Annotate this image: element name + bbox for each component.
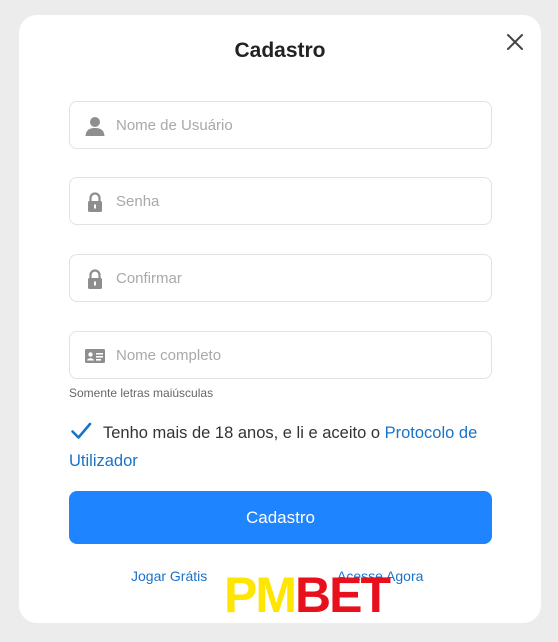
fullname-hint: Somente letras maiúsculas [69, 386, 214, 400]
username-input[interactable] [116, 102, 481, 148]
agreement-text: Tenho mais de 18 anos, e li e aceito o P… [69, 419, 499, 475]
modal-title: Cadastro [234, 39, 326, 62]
confirm-password-field[interactable] [69, 254, 492, 302]
confirm-password-input[interactable] [116, 255, 481, 301]
password-field[interactable] [69, 177, 492, 225]
pmbet-watermark: PMBET [224, 567, 391, 623]
watermark-part-bet: BET [295, 567, 391, 623]
agreement-label: Tenho mais de 18 anos, e li e aceito o [103, 424, 385, 442]
username-field[interactable] [69, 101, 492, 149]
fullname-input[interactable] [116, 332, 481, 378]
password-input[interactable] [116, 178, 481, 224]
close-icon[interactable] [503, 30, 527, 54]
register-modal: Cadastro Nome de Usuário Nome completo S… [19, 15, 541, 623]
lock-icon [84, 191, 106, 213]
user-icon [84, 115, 106, 137]
watermark-part-pm: PM [224, 567, 297, 623]
fullname-field[interactable] [69, 331, 492, 379]
register-button[interactable]: Cadastro [69, 491, 492, 544]
id-card-icon [84, 345, 106, 367]
play-free-link[interactable]: Jogar Grátis [131, 568, 207, 584]
lock-icon [84, 268, 106, 290]
